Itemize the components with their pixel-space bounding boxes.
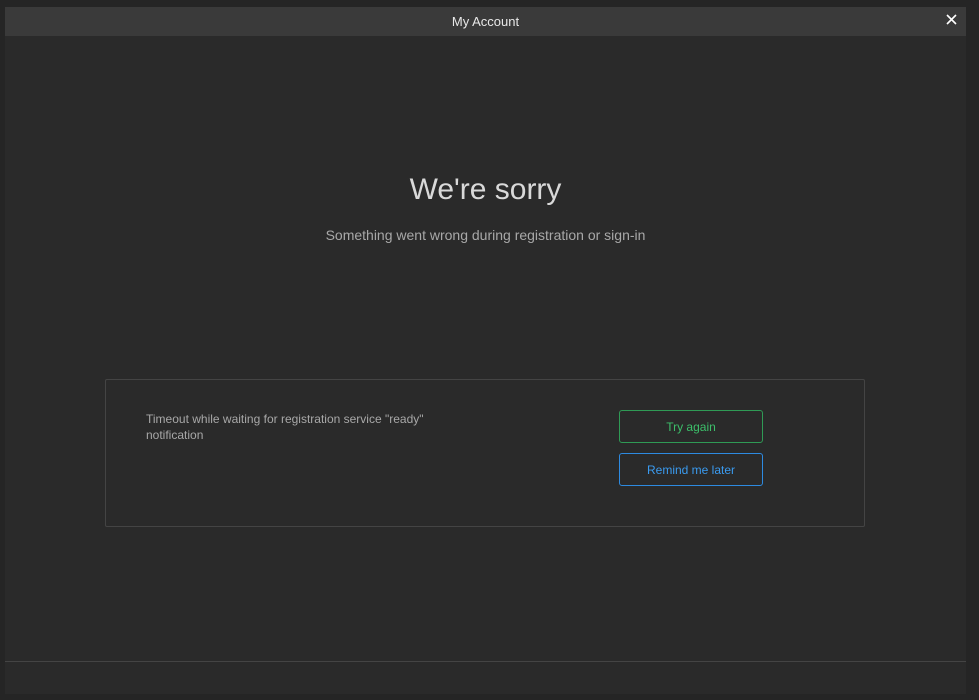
error-subheading: Something went wrong during registration… (325, 227, 646, 243)
footer-divider (5, 661, 966, 662)
title-bar: My Account (5, 7, 966, 36)
account-window: My Account We're sorry Something went wr… (5, 7, 966, 694)
error-message: Timeout while waiting for registration s… (146, 412, 424, 442)
error-heading: We're sorry (409, 173, 562, 206)
close-button[interactable] (942, 12, 960, 30)
close-icon (945, 12, 957, 30)
remind-me-later-button[interactable]: Remind me later (619, 453, 763, 486)
try-again-button[interactable]: Try again (619, 410, 763, 443)
window-title: My Account (451, 14, 520, 29)
error-details-panel: Timeout while waiting for registration s… (105, 379, 865, 527)
